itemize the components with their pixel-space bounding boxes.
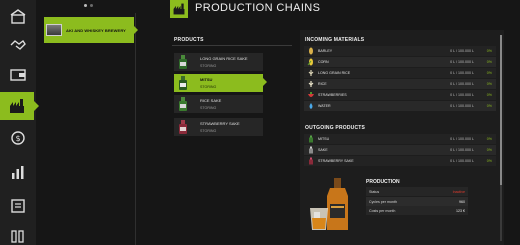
product-name: RICE SAKE: [200, 98, 222, 103]
product-status: STORING: [200, 106, 217, 110]
cycles-value: 960: [459, 199, 465, 204]
production-costs-row: Costs per month 123 €: [366, 206, 468, 215]
corn-icon: [307, 58, 313, 66]
product-item[interactable]: LONG GRAIN RICE SAKE STORING: [174, 53, 263, 71]
material-row: WATER 0 L / 100.000 L 0%: [304, 101, 496, 111]
product-status: STORING: [200, 129, 217, 133]
svg-text:$: $: [15, 134, 20, 143]
sidebar: $: [0, 0, 39, 245]
info-key: Costs per month: [369, 208, 396, 213]
whiskey-bottle-icon: [310, 178, 348, 230]
product-row: SAKE 0 L / 100.000 L 0%: [304, 145, 496, 155]
product-status: STORING: [200, 85, 217, 89]
product-item[interactable]: RICE SAKE STORING: [174, 95, 263, 113]
material-name: RICE: [318, 81, 327, 86]
material-quantity: 0 L / 100.000 L: [450, 103, 474, 108]
material-quantity: 0 L / 100.000 L: [450, 81, 474, 86]
material-percent: 0%: [486, 48, 492, 53]
bottle-icon: [179, 97, 187, 111]
bottle-icon: [309, 146, 313, 154]
page-indicator: [84, 4, 93, 7]
wallet-icon[interactable]: [0, 60, 36, 88]
production-point-list: AKI AND WHISKEY BREWERY: [40, 13, 138, 245]
contracts-icon[interactable]: $: [0, 124, 36, 152]
strawberry-icon: [308, 92, 314, 97]
production-cycles-row: Cycles per month 960: [366, 197, 468, 206]
product-name: MITSU: [318, 136, 330, 141]
material-percent: 0%: [486, 59, 492, 64]
production-chains-icon[interactable]: [0, 92, 39, 120]
material-quantity: 0 L / 100.000 L: [450, 48, 474, 53]
material-row: BARLEY 0 L / 100.000 L 0%: [304, 46, 496, 56]
incoming-title: INCOMING MATERIALS: [305, 37, 365, 43]
product-percent: 0%: [486, 136, 492, 141]
product-name: LONG GRAIN RICE SAKE: [200, 56, 248, 61]
product-quantity: 0 L / 100.000 L: [450, 136, 474, 141]
material-quantity: 0 L / 100.000 L: [450, 92, 474, 97]
product-name: STRAWBERRY SAKE: [200, 121, 240, 126]
material-percent: 0%: [486, 81, 492, 86]
product-name: MITSU: [200, 77, 213, 82]
info-key: Status: [369, 189, 380, 194]
product-name: STRAWBERRY SAKE: [318, 158, 354, 163]
product-item[interactable]: STRAWBERRY SAKE STORING: [174, 118, 263, 136]
material-row: RICE 0 L / 100.000 L 0%: [304, 79, 496, 89]
handshake-icon[interactable]: [0, 30, 36, 58]
material-row: CORN 0 L / 100.000 L 0%: [304, 57, 496, 67]
material-row: STRAWBERRIES 0 L / 100.000 L 0%: [304, 90, 496, 100]
water-icon: [309, 103, 313, 109]
product-row: MITSU 0 L / 100.000 L 0%: [304, 134, 496, 144]
page-dot[interactable]: [84, 4, 87, 7]
product-row: STRAWBERRY SAKE 0 L / 100.000 L 0%: [304, 156, 496, 166]
bottle-icon: [179, 120, 187, 134]
bottle-icon: [179, 55, 187, 69]
list-icon[interactable]: [0, 192, 36, 220]
material-quantity: 0 L / 100.000 L: [450, 70, 474, 75]
material-row: LONG GRAIN RICE 0 L / 100.000 L 0%: [304, 68, 496, 78]
rice-icon: [308, 70, 314, 76]
barley-icon: [309, 47, 313, 55]
product-item-selected[interactable]: MITSU STORING: [174, 74, 263, 92]
bottle-icon: [309, 135, 313, 143]
outgoing-title: OUTGOING PRODUCTS: [305, 125, 366, 131]
material-quantity: 0 L / 100.000 L: [450, 59, 474, 64]
statistics-icon[interactable]: [0, 158, 36, 186]
finances-icon[interactable]: [0, 222, 36, 245]
material-percent: 0%: [486, 103, 492, 108]
production-chains-header-icon: [170, 0, 188, 18]
material-name: STRAWBERRIES: [318, 92, 347, 97]
info-key: Cycles per month: [369, 199, 397, 204]
product-name: SAKE: [318, 147, 328, 152]
page-dot[interactable]: [90, 4, 93, 7]
material-name: WATER: [318, 103, 331, 108]
production-point-item[interactable]: AKI AND WHISKEY BREWERY: [44, 17, 138, 43]
warehouse-icon[interactable]: [0, 2, 36, 30]
production-status-row: Status Inactive: [366, 187, 468, 196]
product-percent: 0%: [486, 147, 492, 152]
brewery-thumbnail: [46, 24, 62, 36]
production-point-label: AKI AND WHISKEY BREWERY: [66, 27, 126, 33]
bottle-icon: [179, 76, 187, 90]
page-title: PRODUCTION CHAINS: [195, 2, 321, 14]
product-percent: 0%: [486, 158, 492, 163]
scrollbar-thumb[interactable]: [500, 35, 502, 185]
material-percent: 0%: [486, 70, 492, 75]
selection-arrow: [263, 78, 267, 86]
material-name: LONG GRAIN RICE: [318, 70, 351, 75]
bottle-icon: [309, 157, 313, 165]
status-value: Inactive: [452, 189, 465, 194]
product-quantity: 0 L / 100.000 L: [450, 158, 474, 163]
material-name: CORN: [318, 59, 329, 64]
rice-icon: [308, 81, 314, 87]
material-name: BARLEY: [318, 48, 333, 53]
product-quantity: 0 L / 100.000 L: [450, 147, 474, 152]
material-percent: 0%: [486, 92, 492, 97]
product-status: STORING: [200, 64, 217, 68]
products-title: PRODUCTS: [174, 37, 204, 43]
production-title: PRODUCTION: [366, 179, 400, 185]
costs-value: 123 €: [456, 208, 465, 213]
divider: [172, 45, 292, 46]
